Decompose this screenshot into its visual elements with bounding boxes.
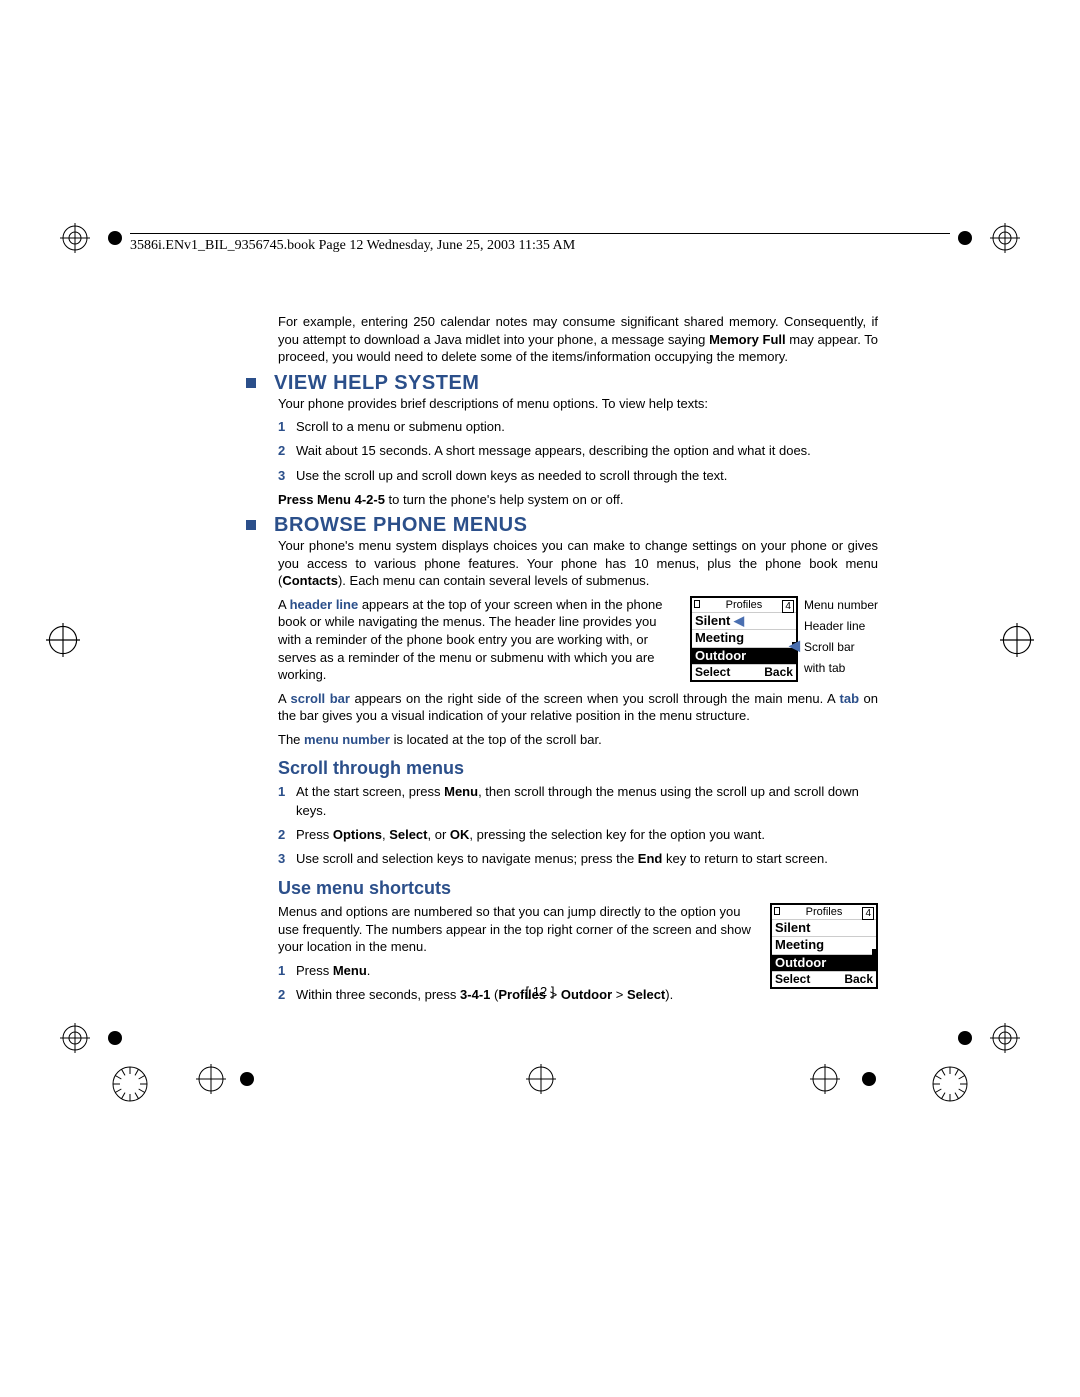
battery-icon — [774, 907, 780, 915]
phone-header-row: Profiles 4 — [772, 905, 876, 920]
dot-mark — [958, 231, 972, 245]
list-item: 1Scroll to a menu or submenu option. — [278, 418, 878, 436]
list-item: 3Use scroll and selection keys to naviga… — [278, 850, 878, 868]
left-softkey: Select — [695, 666, 730, 679]
header-text: 3586i.ENv1_BIL_9356745.book Page 12 Wedn… — [130, 238, 575, 253]
callout-label: Menu number — [804, 598, 878, 612]
dot-mark — [862, 1072, 876, 1086]
bottom-cluster-mark — [196, 1064, 226, 1094]
phone-menu-row: Meeting — [692, 630, 796, 647]
para-menu-number: The menu number is located at the top of… — [278, 731, 878, 749]
document-header: 3586i.ENv1_BIL_9356745.book Page 12 Wedn… — [130, 233, 950, 254]
dot-mark — [108, 1031, 122, 1045]
bottom-cluster-mark — [810, 1064, 840, 1094]
section-title: BROWSE PHONE MENUS — [274, 514, 527, 536]
phone-menu-row: Silent ◀ — [692, 613, 796, 630]
crop-mark-tr — [990, 223, 1020, 253]
figure-callout-labels: Menu number Header line Scroll bar with … — [804, 596, 878, 675]
bottom-cluster-mark — [110, 1064, 150, 1104]
callout-label: Header line — [804, 619, 878, 633]
phone-menu-row: Meeting — [772, 937, 876, 954]
crop-mark-tl — [60, 223, 90, 253]
list-item: 2Press Options, Select, or OK, pressing … — [278, 826, 878, 844]
section3-steps: 1At the start screen, press Menu, then s… — [278, 783, 878, 868]
list-item: 1Press Menu. — [278, 962, 878, 980]
page-number: [ 12 ] — [0, 984, 1080, 999]
section-browse-menus: BROWSE PHONE MENUS — [246, 514, 878, 537]
bullet-icon — [246, 520, 256, 530]
bullet-icon — [246, 378, 256, 388]
section2-intro: Your phone's menu system displays choice… — [278, 537, 878, 590]
menu-number-box: 4 — [862, 907, 874, 920]
phone-menu-row-selected: Outdoor — [692, 648, 796, 665]
callout-label: with tab — [804, 661, 878, 675]
list-item: 1At the start screen, press Menu, then s… — [278, 783, 878, 819]
bottom-cluster-mark — [930, 1064, 970, 1104]
list-item: 3Use the scroll up and scroll down keys … — [278, 467, 878, 485]
section-title: VIEW HELP SYSTEM — [274, 372, 479, 394]
section1-steps: 1Scroll to a menu or submenu option. 2Wa… — [278, 418, 878, 485]
bottom-cluster-mark — [526, 1064, 556, 1094]
phone-header-row: Profiles 4 — [692, 598, 796, 613]
section1-intro: Your phone provides brief descriptions o… — [278, 395, 878, 413]
menu-number-box: 4 — [782, 600, 794, 613]
subsection-menu-shortcuts: Use menu shortcuts — [278, 878, 878, 899]
callout-arrow: ◀ — [789, 638, 800, 653]
crop-mark-bl — [60, 1023, 90, 1053]
right-softkey: Back — [764, 666, 793, 679]
dot-mark — [108, 231, 122, 245]
intro-paragraph: For example, entering 250 calendar notes… — [278, 313, 878, 366]
list-item: 2Wait about 15 seconds. A short message … — [278, 442, 878, 460]
section-view-help: VIEW HELP SYSTEM — [246, 372, 878, 395]
crop-mark-br — [990, 1023, 1020, 1053]
crop-mark-mr — [1000, 623, 1034, 657]
phone-menu-row: Silent — [772, 920, 876, 937]
para-scroll-bar: A scroll bar appears on the right side o… — [278, 690, 878, 725]
battery-icon — [694, 600, 700, 608]
dot-mark — [240, 1072, 254, 1086]
callout-label: Scroll bar — [804, 640, 878, 654]
subsection-scroll-through: Scroll through menus — [278, 758, 878, 779]
section1-footer: Press Menu 4-2-5 to turn the phone's hel… — [278, 491, 878, 509]
crop-mark-ml — [46, 623, 80, 657]
dot-mark — [958, 1031, 972, 1045]
figure-phone-screen-labeled: Profiles 4 Silent ◀ Meeting Outdoor Sele… — [690, 596, 878, 682]
phone-softkeys: Select Back — [692, 665, 796, 680]
arrow-icon: ◀ — [734, 613, 744, 628]
